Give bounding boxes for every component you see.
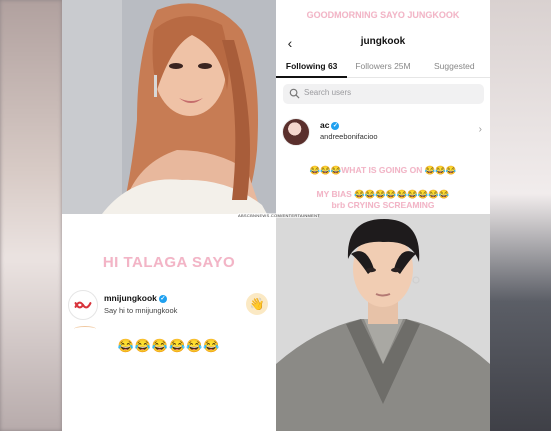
caption-goodmorning: GOODMORNING SAYO JUNGKOOK (306, 10, 460, 20)
photo-man-portrait (276, 214, 490, 431)
profile-title: jungkook (360, 36, 406, 47)
caption-what-is-going-on: 😂😂😂WHAT IS GOING ON 😂😂😂 (309, 165, 457, 175)
waving-hand-icon[interactable]: 👋 (246, 293, 268, 315)
user-handle: andreebonifacioo (320, 132, 378, 141)
search-icon (289, 88, 300, 99)
search-users-input[interactable]: Search users (283, 84, 484, 104)
search-placeholder: Search users (304, 88, 352, 97)
avatar (282, 118, 310, 146)
contact-name-row: mnijungkook ✓ (104, 293, 167, 303)
screenshot-collage: GOODMORNING SAYO JUNGKOOK ‹ jungkook Fol… (62, 0, 490, 431)
message-contact-row[interactable]: mnijungkook ✓ Say hi to mnijungkook 👋 (66, 288, 272, 322)
follow-tabs: Following 63 Followers 25M Suggested (276, 58, 490, 78)
message-screen: HI TALAGA SAYO mnijungkook ✓ Say hi to mn… (62, 214, 276, 431)
verified-badge-icon: ✓ (158, 294, 167, 303)
chevron-right-icon: › (478, 124, 482, 135)
tab-following[interactable]: Following 63 (276, 58, 348, 78)
photo-woman-portrait (62, 0, 276, 214)
tab-followers[interactable]: Followers 25M (347, 58, 419, 78)
caption-crying-screaming: brb CRYING SCREAMING (331, 200, 435, 210)
avatar (68, 290, 98, 320)
tab-suggested[interactable]: Suggested (418, 58, 490, 78)
contact-name: mnijungkook (104, 293, 157, 303)
user-name: ac (320, 120, 330, 130)
profile-header: ‹ jungkook (276, 34, 490, 52)
caption-my-bias: MY BIAS 😂😂😂😂😂😂😂😂😂 (316, 189, 450, 199)
following-screen: GOODMORNING SAYO JUNGKOOK ‹ jungkook Fol… (276, 0, 490, 214)
following-list-item[interactable]: ac ✓ andreebonifacioo › (280, 118, 486, 148)
caption-hi-talaga-sayo: HI TALAGA SAYO (102, 254, 236, 271)
watermark-text: ABSCBNNEWS.COM/ENTERTAINMENT (238, 213, 321, 218)
verified-badge-icon: ✓ (331, 121, 340, 130)
blurred-background-left (0, 0, 62, 431)
contact-subtitle: Say hi to mnijungkook (104, 306, 178, 315)
partial-avatar (74, 326, 96, 332)
user-name-row: ac ✓ (320, 120, 340, 130)
blurred-background-right (490, 0, 551, 431)
emoji-reaction-row: 😂😂😂😂😂😂 (117, 338, 221, 353)
